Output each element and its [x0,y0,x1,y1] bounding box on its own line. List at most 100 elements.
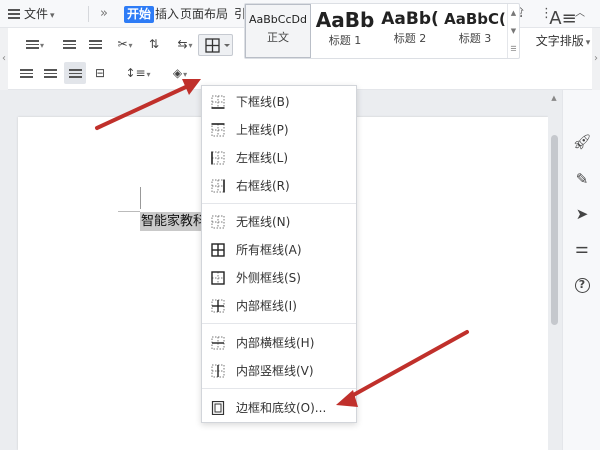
menu-item-label: 左框线(L) [236,151,289,165]
sort-icon: ⇅ [148,37,160,51]
style-preview: AaBb [315,8,375,32]
tab-home[interactable]: 开始 [124,6,155,23]
top-border-icon [211,123,225,137]
help-icon[interactable]: ? [563,273,600,297]
align-left-icon [19,67,33,80]
inside-vertical-border-icon [211,364,225,378]
menu-item-top-border[interactable]: 上框线(P) [202,116,356,144]
chevron-up-icon[interactable]: ▲ [508,4,519,22]
menu-item-inside-vertical-border[interactable]: 内部竖框线(V) [202,357,356,385]
line-spacing-button[interactable]: ↕≡▾ [122,62,154,84]
increase-indent-icon [88,38,102,51]
menu-item-no-border[interactable]: 无框线(N) [202,208,356,236]
style-heading-1[interactable]: AaBb 标题 1 [312,4,378,58]
ribbon-scroll-left-icon[interactable]: ‹ [0,28,8,90]
inside-horizontal-border-icon [211,336,225,350]
scroll-up-icon[interactable]: ▲ [548,94,560,102]
align-left-button[interactable] [16,62,36,84]
menu-item-label: 无框线(N) [236,215,291,229]
style-normal[interactable]: AaBbCcDd 正文 [245,4,311,58]
align-center-button[interactable] [40,62,60,84]
bulleted-list-icon [25,38,39,51]
borders-and-shading-icon [211,401,225,415]
all-borders-icon [211,243,225,257]
pen-icon[interactable]: ✎ [563,167,600,191]
margin-marker [118,211,140,212]
no-border-icon [211,215,225,229]
style-name: 标题 2 [393,32,427,45]
menu-item-outside-borders[interactable]: 外侧框线(S) [202,264,356,292]
borders-dropdown-menu: 下框线(B) 上框线(P) 左框线(L) 右框线(R) 无框线(N) 所有框线(… [201,85,357,423]
line-spacing-icon: ↕≡ [125,66,146,80]
ribbon-scroll-right-icon[interactable]: › [592,28,600,90]
menu-item-label: 所有框线(A) [236,243,302,257]
menu-item-label: 外侧框线(S) [236,271,301,285]
style-name: 标题 3 [458,32,492,45]
all-borders-icon [205,38,230,53]
distributed-align-icon: ⊟ [94,66,106,80]
clear-format-icon: ✂ [117,37,128,51]
tab-page-layout[interactable]: 页面布局 [180,0,228,28]
clear-format-button[interactable]: ✂▾ [110,33,140,55]
chevron-down-icon: ▾ [50,11,55,21]
style-preview: AaBbC( [444,10,506,28]
right-border-icon [211,179,225,193]
menu-item-inside-borders[interactable]: 内部框线(I) [202,292,356,320]
menu-item-label: 内部竖框线(V) [236,364,314,378]
vertical-scrollbar[interactable]: ▲ [548,90,560,450]
left-border-icon [211,151,225,165]
style-name: 正文 [267,31,289,44]
align-center-icon [43,67,57,80]
rocket-icon[interactable]: 🚀︎ [563,130,600,154]
style-preview: AaBb( [381,9,439,29]
menu-item-left-border[interactable]: 左框线(L) [202,144,356,172]
decrease-indent-button[interactable] [58,33,80,55]
settings-sliders-icon[interactable]: ⚌ [563,236,600,260]
menu-divider [202,323,356,324]
menu-item-label: 边框和底纹(O)... [236,401,327,415]
toolbar-divider [88,6,89,22]
menu-divider [202,388,356,389]
shading-button[interactable]: ◈▾ [165,62,195,84]
file-menu-label: 文件 [24,7,49,21]
style-gallery-scroll[interactable]: ▲ ▼ ☰ [507,4,519,58]
sort-button[interactable]: ⇅ [143,33,165,55]
increase-indent-button[interactable] [84,33,106,55]
justify-button[interactable] [64,62,86,84]
paint-bucket-icon: ◈ [172,66,183,80]
style-heading-2[interactable]: AaBb( 标题 2 [377,4,443,58]
style-preview: AaBbCcDd [249,13,307,26]
margin-marker [140,187,141,209]
scrollbar-thumb[interactable] [551,135,558,325]
borders-button[interactable] [198,34,233,56]
cursor-select-icon[interactable]: ➤ [563,202,600,226]
menu-item-right-border[interactable]: 右框线(R) [202,172,356,200]
menu-item-label: 内部横框线(H) [236,336,315,350]
style-gallery: AaBbCcDd 正文 AaBb 标题 1 AaBb( 标题 2 AaBbC( … [244,3,520,59]
text-layout-label: 文字排版 [535,34,584,48]
text-layout-button[interactable]: A≡ 文字排版 ▾ [528,2,598,60]
expand-gallery-icon[interactable]: ☰ [508,40,519,58]
selected-text[interactable]: 智能家教科 [140,212,208,231]
style-heading-3[interactable]: AaBbC( 标题 3 [443,4,507,58]
bottom-border-icon [211,95,225,109]
file-menu-button[interactable]: 文件 ▾ [8,0,55,28]
menu-divider [202,203,356,204]
side-panel: 🚀︎ ✎ ➤ ⚌ ? [562,90,600,450]
hamburger-icon [8,9,20,19]
expand-toolbar-icon[interactable]: » [100,0,108,28]
chevron-down-icon: ▾ [585,38,591,48]
chevron-down-icon[interactable]: ▼ [508,22,519,40]
decrease-indent-icon [62,38,76,51]
menu-item-borders-and-shading[interactable]: 边框和底纹(O)... [202,394,356,422]
menu-item-inside-horizontal-border[interactable]: 内部横框线(H) [202,329,356,357]
justify-icon [68,67,82,80]
menu-item-bottom-border[interactable]: 下框线(B) [202,88,356,116]
tab-insert[interactable]: 插入 [155,0,179,28]
menu-item-label: 上框线(P) [236,123,289,137]
paragraph-direction-button[interactable]: ⇆▾ [170,33,200,55]
outside-borders-icon [211,271,225,285]
menu-item-all-borders[interactable]: 所有框线(A) [202,236,356,264]
bulleted-list-button[interactable]: ▾ [18,33,52,55]
distributed-align-button[interactable]: ⊟ [90,62,110,84]
